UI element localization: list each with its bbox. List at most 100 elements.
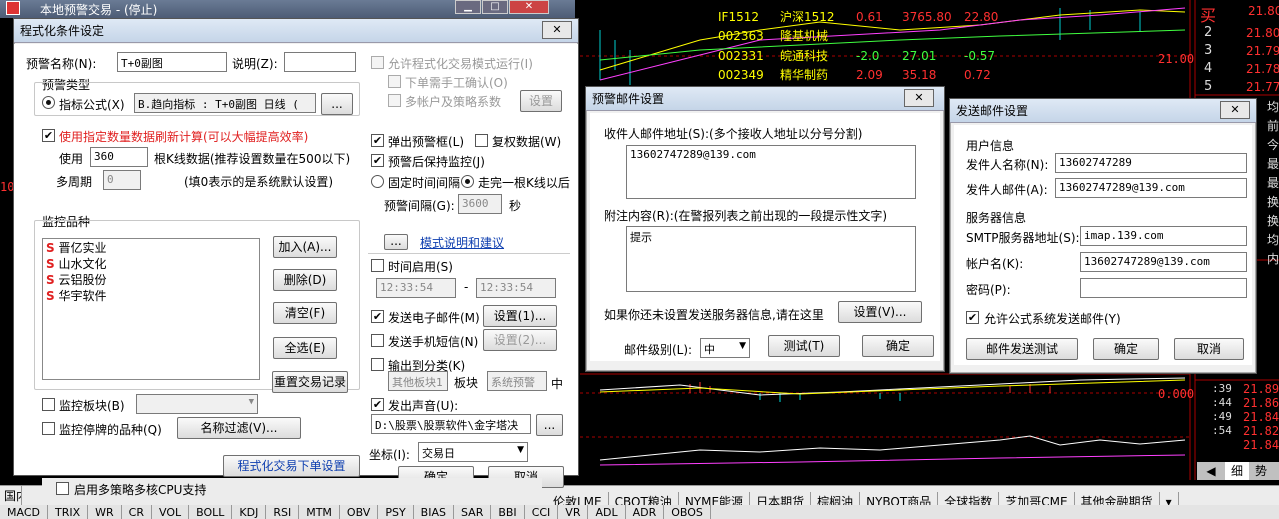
sender-name-input[interactable]: 13602747289 [1055,153,1247,173]
indicator-tab[interactable]: VR [558,505,589,519]
block-select[interactable]: ▼ [136,394,258,414]
fixed-interval-radio[interactable] [371,175,384,188]
multi-period-input[interactable]: 0 [103,170,141,190]
list-item[interactable]: S 云铝股份 [46,272,256,288]
indicator-tab[interactable]: SAR [454,505,492,519]
list-item[interactable]: S 山水文化 [46,256,256,272]
close-icon[interactable]: ✕ [509,0,549,14]
sms-setup-button[interactable]: 设置(2)... [483,329,557,351]
minimize-icon[interactable]: ▁ [455,0,481,14]
refresh-checkbox[interactable]: ✔ [42,129,55,142]
level-select[interactable]: 中 ▼ [700,338,750,358]
interval-input[interactable]: 3600 [458,194,502,214]
indicator-tab[interactable]: CR [122,505,152,519]
send-email-checkbox[interactable]: ✔ [371,310,384,323]
indicator-tab[interactable]: KDJ [232,505,267,519]
output-cat-checkbox[interactable] [371,358,384,371]
stock-list[interactable]: S 晋亿实业 S 山水文化 S 云铝股份 S 华宇软件 [42,238,260,380]
indicator-tab[interactable]: MTM [299,505,340,519]
multi-account-setup-button[interactable]: 设置 [520,90,562,112]
tab-global-index[interactable]: 全球指数 [938,492,1000,505]
manual-confirm-checkbox[interactable] [388,75,401,88]
popup-checkbox[interactable]: ✔ [371,134,384,147]
ok-button[interactable]: 确定 [862,335,934,357]
mail-test-button[interactable]: 邮件发送测试 [966,338,1078,360]
time-enable-checkbox[interactable] [371,259,384,272]
extra-textarea[interactable]: 提示 [626,226,916,292]
monitor-block-checkbox[interactable] [42,398,55,411]
server-setup-button[interactable]: 设置(V)... [838,301,922,323]
sys-warn-input[interactable]: 系统预警 [487,371,547,391]
indicator-tab[interactable]: BOLL [189,505,233,519]
delete-button[interactable]: 删除(D) [273,269,337,291]
password-input[interactable] [1080,278,1247,298]
select-all-button[interactable]: 全选(E) [273,337,337,359]
time-start-input[interactable]: 12:33:54 [376,278,456,298]
keep-monitor-checkbox[interactable]: ✔ [371,154,384,167]
tab-detail[interactable]: 细 [1225,462,1249,480]
indicator-tab[interactable]: MACD [0,505,48,519]
close-icon[interactable]: ✕ [1220,101,1250,119]
tab-domestic[interactable]: 国内 [0,486,22,505]
indicator-tab[interactable]: PSY [378,505,414,519]
reset-data-checkbox[interactable] [475,134,488,147]
sender-mail-input[interactable]: 13602747289@139.com [1055,178,1247,198]
add-button[interactable]: 加入(A)... [273,236,337,258]
scroll-left-icon[interactable]: ◀ [1197,462,1225,480]
ok-button[interactable]: 确定 [1093,338,1159,360]
indicator-tab[interactable]: TRIX [48,505,89,519]
indicator-tab[interactable]: VOL [152,505,190,519]
alert-name-input[interactable]: T+0副图 [117,52,227,72]
model-link[interactable]: 模式说明和建议 [420,234,504,251]
email-setup-button[interactable]: 设置(1)... [483,305,557,327]
model-browse-button[interactable]: ... [384,234,408,250]
multi-account-checkbox[interactable] [388,94,401,107]
tab-nyme[interactable]: NYME能源 [679,492,751,505]
sound-browse-button[interactable]: ... [536,414,563,436]
desc-input[interactable] [284,52,356,72]
indicator-tab[interactable]: BIAS [414,505,454,519]
tab-more-icon[interactable]: ▾ [1160,492,1179,505]
recipient-textarea[interactable]: 13602747289@139.com [626,145,916,199]
smtp-input[interactable]: imap.139.com [1080,226,1247,246]
close-icon[interactable]: ✕ [542,21,572,39]
test-button[interactable]: 测试(T) [768,335,840,357]
clear-button[interactable]: 清空(F) [273,302,337,324]
indicator-tab[interactable]: BBI [491,505,525,519]
prog-order-button[interactable]: 程式化交易下单设置 [223,455,360,477]
bars-input[interactable]: 360 [90,147,148,167]
reset-trade-button[interactable]: 重置交易记录 [272,371,348,393]
indicator-tab[interactable]: ADR [626,505,665,519]
formula-browse-button[interactable]: ... [321,93,353,115]
send-sms-checkbox[interactable] [371,334,384,347]
after-kline-radio[interactable] [461,175,474,188]
tab-nybot[interactable]: NYBOT商品 [860,492,939,505]
tab-cme[interactable]: 芝加哥CME [999,492,1075,505]
account-input[interactable]: 13602747289@139.com [1080,252,1247,272]
monitor-stop-checkbox[interactable] [42,422,55,435]
tab-cbot[interactable]: CBOT粮油 [609,492,679,505]
maximize-icon[interactable]: □ [482,0,508,14]
coord-select[interactable]: 交易日 ▼ [418,442,528,462]
indicator-tab[interactable]: ADL [588,505,626,519]
list-item[interactable]: S 华宇软件 [46,288,256,304]
allow-formula-checkbox[interactable]: ✔ [966,311,979,324]
cancel-button[interactable]: 取消 [1174,338,1244,360]
tab-london[interactable]: 伦敦LME [547,492,609,505]
formula-radio[interactable] [42,96,55,109]
tab-japan[interactable]: 日本期货 [750,492,812,505]
tab-trend[interactable]: 势 [1249,462,1273,480]
allow-prog-checkbox[interactable] [371,56,384,69]
multi-cpu-checkbox[interactable] [56,482,69,495]
indicator-tab[interactable]: WR [88,505,122,519]
sound-path-input[interactable]: D:\股票\股票软件\金字塔决 [371,414,531,434]
indicator-tab[interactable]: OBOS [664,505,711,519]
tab-palm[interactable]: 棕榈油 [811,492,861,505]
list-item[interactable]: S 晋亿实业 [46,240,256,256]
indicator-tab[interactable]: OBV [340,505,379,519]
time-end-input[interactable]: 12:33:54 [476,278,556,298]
close-icon[interactable]: ✕ [904,89,934,107]
name-filter-button[interactable]: 名称过滤(V)... [177,417,301,439]
tab-other-futures[interactable]: 其他金融期货 [1075,492,1160,505]
indicator-tab[interactable]: RSI [266,505,300,519]
